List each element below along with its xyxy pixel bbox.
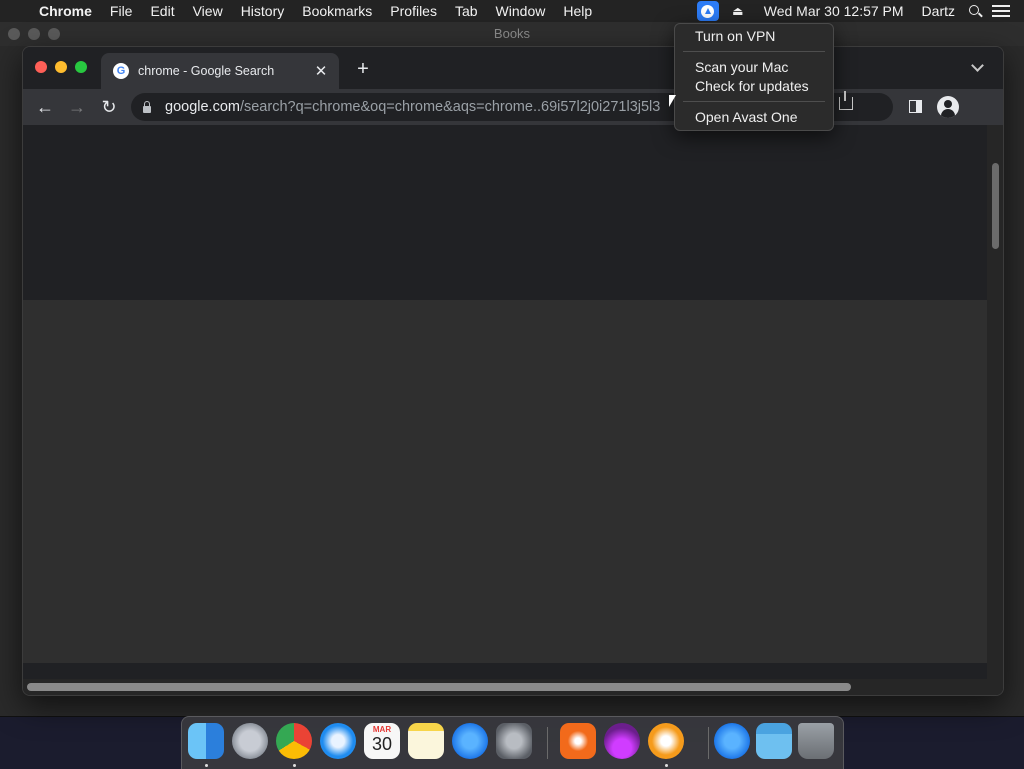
running-indicator — [665, 764, 668, 767]
calendar-icon[interactable]: MAR 30 — [364, 723, 400, 759]
avast-dropdown-menu: Turn on VPN Scan your Mac Check for upda… — [674, 23, 834, 131]
window-controls — [35, 61, 87, 73]
chrome-icon[interactable] — [276, 723, 312, 759]
menu-separator — [683, 51, 825, 52]
dock-separator — [547, 727, 548, 759]
finder-icon[interactable] — [188, 723, 224, 759]
browser-toolbar: ← → ↻ google.com/search?q=chrome&oq=chro… — [23, 89, 1003, 125]
mouse-cursor-icon — [669, 95, 676, 107]
applications-folder-icon[interactable] — [714, 723, 750, 759]
share-icon[interactable] — [839, 91, 853, 110]
books-icon[interactable] — [648, 723, 684, 759]
books-window-controls[interactable] — [8, 28, 60, 40]
zoom-window-button[interactable] — [75, 61, 87, 73]
menu-item-open-avast[interactable]: Open Avast One — [675, 107, 833, 127]
profile-avatar-icon[interactable] — [937, 96, 959, 118]
control-center-icon[interactable] — [992, 5, 1010, 17]
new-tab-button[interactable]: + — [353, 58, 373, 81]
menu-bar-status-area: ⏏ Wed Mar 30 12:57 PM Dartz — [696, 0, 1024, 22]
tab-title: chrome - Google Search — [138, 64, 275, 78]
horizontal-scrollbar[interactable] — [23, 679, 1003, 695]
menu-edit[interactable]: Edit — [141, 0, 183, 22]
menu-view[interactable]: View — [184, 0, 232, 22]
launchpad-icon[interactable] — [232, 723, 268, 759]
menu-history[interactable]: History — [232, 0, 294, 22]
books-titlebar: Books — [0, 22, 1024, 46]
notes-icon[interactable] — [408, 723, 444, 759]
vertical-scroll-thumb[interactable] — [992, 163, 999, 249]
trash-icon[interactable] — [798, 723, 834, 759]
avast-one-icon[interactable] — [560, 723, 596, 759]
lock-icon[interactable] — [143, 100, 151, 113]
page-header-area — [23, 125, 987, 300]
running-indicator — [293, 764, 296, 767]
calendar-month: MAR — [372, 725, 392, 734]
eject-icon[interactable]: ⏏ — [727, 4, 749, 18]
minimize-window-button[interactable] — [55, 61, 67, 73]
menu-clock[interactable]: Wed Mar 30 12:57 PM — [755, 0, 913, 22]
menu-bar: Chrome File Edit View History Bookmarks … — [0, 0, 1024, 22]
google-favicon-icon: G — [113, 63, 129, 79]
tab-google-search[interactable]: G chrome - Google Search ✕ — [101, 53, 339, 89]
dock-separator — [708, 727, 709, 759]
books-title: Books — [493, 26, 531, 41]
app-store-icon[interactable] — [452, 723, 488, 759]
vertical-scrollbar[interactable] — [987, 125, 1003, 679]
tab-close-icon[interactable]: ✕ — [311, 62, 331, 80]
menu-item-scan-mac[interactable]: Scan your Mac — [675, 57, 833, 77]
url-text[interactable]: google.com/search?q=chrome&oq=chrome&aqs… — [165, 99, 660, 115]
menu-separator — [683, 101, 825, 102]
back-arrow-icon[interactable]: ← — [35, 97, 55, 117]
chrome-window: G chrome - Google Search ✕ + ← → ↻ googl… — [22, 46, 1004, 696]
calendar-day: 30 — [371, 734, 393, 754]
search-icon[interactable] — [968, 4, 982, 18]
menu-user[interactable]: Dartz — [913, 0, 964, 22]
menu-window[interactable]: Window — [487, 0, 555, 22]
menu-app-name[interactable]: Chrome — [30, 0, 101, 22]
downloads-installer-icon[interactable] — [604, 723, 640, 759]
downloads-folder-icon[interactable] — [756, 723, 792, 759]
tab-search-chevron-icon[interactable] — [971, 61, 983, 73]
url-host: google.com — [165, 99, 240, 115]
dock: MAR 30 — [181, 716, 844, 769]
menu-tab[interactable]: Tab — [446, 0, 487, 22]
forward-arrow-icon[interactable]: → — [67, 97, 87, 117]
page-content — [23, 125, 987, 663]
menu-item-check-updates[interactable]: Check for updates — [675, 76, 833, 96]
side-panel-icon[interactable] — [909, 100, 922, 113]
system-preferences-icon[interactable] — [496, 723, 532, 759]
close-window-button[interactable] — [35, 61, 47, 73]
url-path: /search?q=chrome&oq=chrome&aqs=chrome..6… — [239, 99, 661, 115]
menu-help[interactable]: Help — [554, 0, 601, 22]
reload-icon[interactable]: ↻ — [99, 97, 119, 117]
tab-strip: G chrome - Google Search ✕ + — [23, 47, 1003, 89]
horizontal-scroll-thumb[interactable] — [27, 683, 851, 691]
menu-profiles[interactable]: Profiles — [381, 0, 446, 22]
menu-file[interactable]: File — [101, 0, 142, 22]
avast-icon[interactable] — [696, 1, 719, 21]
menu-item-turn-on-vpn[interactable]: Turn on VPN — [675, 26, 833, 46]
running-indicator — [205, 764, 208, 767]
menu-bookmarks[interactable]: Bookmarks — [293, 0, 381, 22]
safari-icon[interactable] — [320, 723, 356, 759]
